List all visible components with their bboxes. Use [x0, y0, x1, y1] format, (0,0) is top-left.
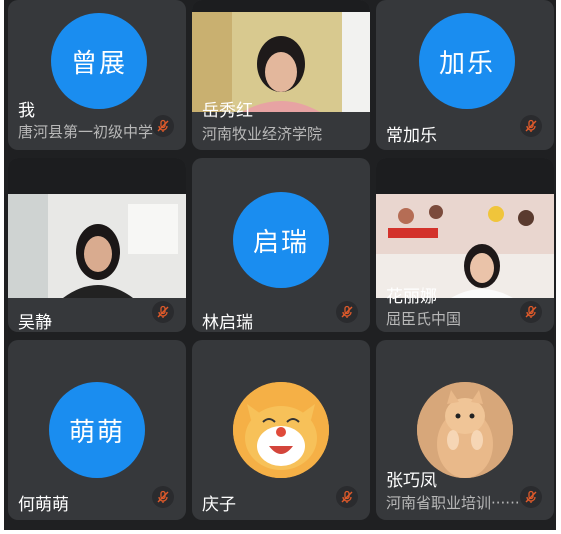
participant-tile[interactable]: 启瑞 林启瑞 — [192, 158, 370, 332]
mic-muted-icon — [336, 486, 358, 508]
avatar-label: 加乐 — [438, 48, 495, 79]
participant-name: 花丽娜 — [386, 287, 437, 307]
avatar: 曾展 — [51, 13, 147, 109]
cartoon-cat-avatar — [233, 382, 329, 478]
participant-tile[interactable]: 萌萌 何萌萌 — [8, 340, 186, 520]
participant-name: 张巧凤 — [386, 471, 437, 491]
participant-tile[interactable]: 花丽娜 屈臣氏中国 — [376, 158, 554, 332]
participant-name: 岳秀红 — [202, 101, 253, 121]
participant-tile[interactable]: 庆子 — [192, 340, 370, 520]
participant-org: 屈臣氏中国 — [386, 310, 462, 328]
kitten-photo-avatar — [417, 382, 513, 478]
mic-muted-icon — [336, 301, 358, 323]
participant-name: 何萌萌 — [18, 495, 69, 515]
participant-tile[interactable]: 吴静 — [8, 158, 186, 332]
mic-muted-icon — [520, 115, 542, 137]
mic-muted-icon — [520, 301, 542, 323]
participant-org: 河南牧业经济学院 — [202, 125, 323, 143]
participant-tile[interactable]: 张巧凤 河南省职业培训······ — [376, 340, 554, 520]
participant-tile[interactable]: 岳秀红 河南牧业经济学院 — [192, 0, 370, 150]
avatar: 加乐 — [419, 13, 515, 109]
avatar-label: 萌萌 — [68, 417, 125, 448]
avatar-label: 启瑞 — [252, 227, 309, 258]
video-feed — [8, 158, 186, 298]
participant-name: 吴静 — [18, 313, 52, 332]
participant-name: 常加乐 — [386, 126, 437, 146]
participant-name: 庆子 — [202, 495, 236, 515]
participant-tile[interactable]: 曾展 我 唐河县第一初级中学 — [8, 0, 186, 150]
avatar-label: 曾展 — [70, 48, 127, 79]
participant-tile[interactable]: 加乐 常加乐 — [376, 0, 554, 150]
mic-muted-icon — [520, 486, 542, 508]
avatar: 启瑞 — [233, 192, 329, 288]
participant-grid: 曾展 我 唐河县第一初级中学 岳秀红 河南牧业经济学院 加乐 常加乐 吴静 启瑞… — [4, 0, 556, 530]
mic-muted-icon — [152, 486, 174, 508]
participant-name: 我 — [18, 101, 35, 121]
mic-muted-icon — [152, 115, 174, 137]
video-feed — [376, 158, 554, 298]
participant-name: 林启瑞 — [202, 313, 253, 332]
mic-muted-icon — [152, 301, 174, 323]
avatar: 萌萌 — [49, 382, 145, 478]
